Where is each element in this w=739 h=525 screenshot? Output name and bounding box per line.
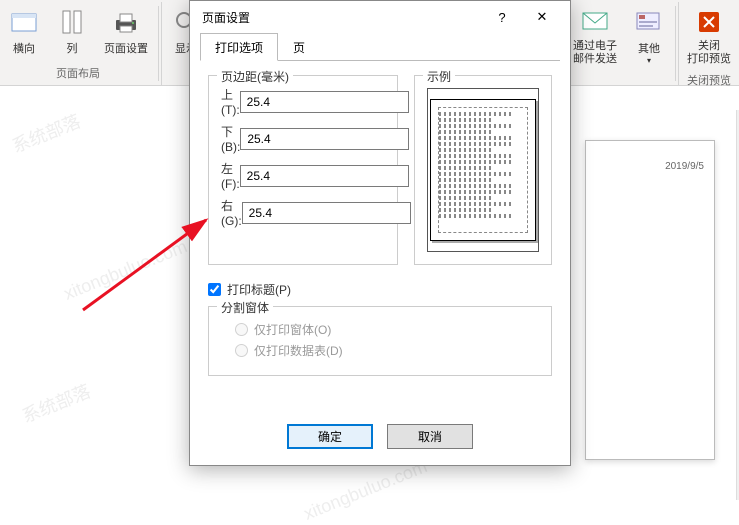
- only-form-label: 仅打印窗体(O): [254, 321, 331, 338]
- landscape-label: 横向: [13, 40, 35, 56]
- margins-legend: 页边距(毫米): [217, 68, 293, 85]
- print-title-label: 打印标题(P): [227, 281, 291, 298]
- close-icon: [693, 6, 725, 38]
- page-setup-dialog: 页面设置 ? ✕ 打印选项 页 页边距(毫米) 上(T): 下(B): 左(F)…: [189, 0, 571, 466]
- close-preview-label: 关闭 打印预览: [687, 40, 731, 66]
- preview-page: [430, 99, 536, 241]
- ribbon-group-layout-label: 页面布局: [0, 63, 156, 85]
- margin-right-input[interactable]: [242, 202, 411, 224]
- bottom-label: 下(B):: [221, 123, 240, 154]
- columns-icon: [56, 6, 88, 38]
- split-form-legend: 分割窗体: [217, 299, 273, 316]
- top-label: 上(T):: [221, 86, 240, 117]
- tab-print-options[interactable]: 打印选项: [200, 33, 278, 61]
- email-send-button[interactable]: 通过电子 邮件发送: [565, 2, 625, 79]
- right-label: 右(G):: [221, 197, 242, 228]
- landscape-icon: [8, 6, 40, 38]
- margins-fieldset: 页边距(毫米) 上(T): 下(B): 左(F): 右(G):: [208, 75, 398, 265]
- margin-left-input[interactable]: [240, 165, 409, 187]
- ok-button[interactable]: 确定: [287, 424, 373, 449]
- preview-document: 2019/9/5: [585, 140, 715, 460]
- columns-label: 列: [67, 40, 78, 56]
- dialog-title: 页面设置: [198, 9, 482, 26]
- margin-bottom-input[interactable]: [240, 128, 409, 150]
- columns-button[interactable]: 列: [48, 2, 96, 63]
- print-title-checkbox[interactable]: [208, 283, 221, 296]
- printer-icon: [110, 6, 142, 38]
- margin-top-input[interactable]: [240, 91, 409, 113]
- other-button[interactable]: 其他▾: [625, 2, 673, 79]
- example-legend: 示例: [423, 68, 455, 85]
- only-datasheet-radio: [235, 344, 248, 357]
- email-icon: [579, 6, 611, 38]
- tab-page[interactable]: 页: [278, 33, 320, 61]
- close-button[interactable]: ✕: [522, 3, 562, 31]
- page-preview: [427, 88, 539, 252]
- left-label: 左(F):: [221, 160, 240, 191]
- tab-strip: 打印选项 页: [190, 33, 570, 61]
- watermark: 系统部落: [8, 107, 84, 158]
- example-fieldset: 示例: [414, 75, 552, 265]
- watermark: 系统部落: [18, 377, 94, 428]
- only-form-radio: [235, 323, 248, 336]
- other-icon: [633, 6, 665, 38]
- only-datasheet-label: 仅打印数据表(D): [254, 342, 343, 359]
- watermark: xitongbuluo.com: [61, 236, 190, 305]
- doc-date: 2019/9/5: [596, 161, 704, 172]
- help-button[interactable]: ?: [482, 3, 522, 31]
- dialog-titlebar: 页面设置 ? ✕: [190, 1, 570, 33]
- page-setup-button[interactable]: 页面设置: [96, 2, 156, 63]
- cancel-button[interactable]: 取消: [387, 424, 473, 449]
- email-label: 通过电子 邮件发送: [573, 40, 617, 66]
- close-preview-group-label: 关闭预览: [679, 70, 739, 92]
- page-setup-label: 页面设置: [104, 40, 148, 56]
- split-form-fieldset: 分割窗体 仅打印窗体(O) 仅打印数据表(D): [208, 306, 552, 376]
- close-preview-button[interactable]: 关闭 打印预览: [679, 2, 739, 70]
- other-label: 其他: [638, 40, 660, 56]
- landscape-button[interactable]: 横向: [0, 2, 48, 63]
